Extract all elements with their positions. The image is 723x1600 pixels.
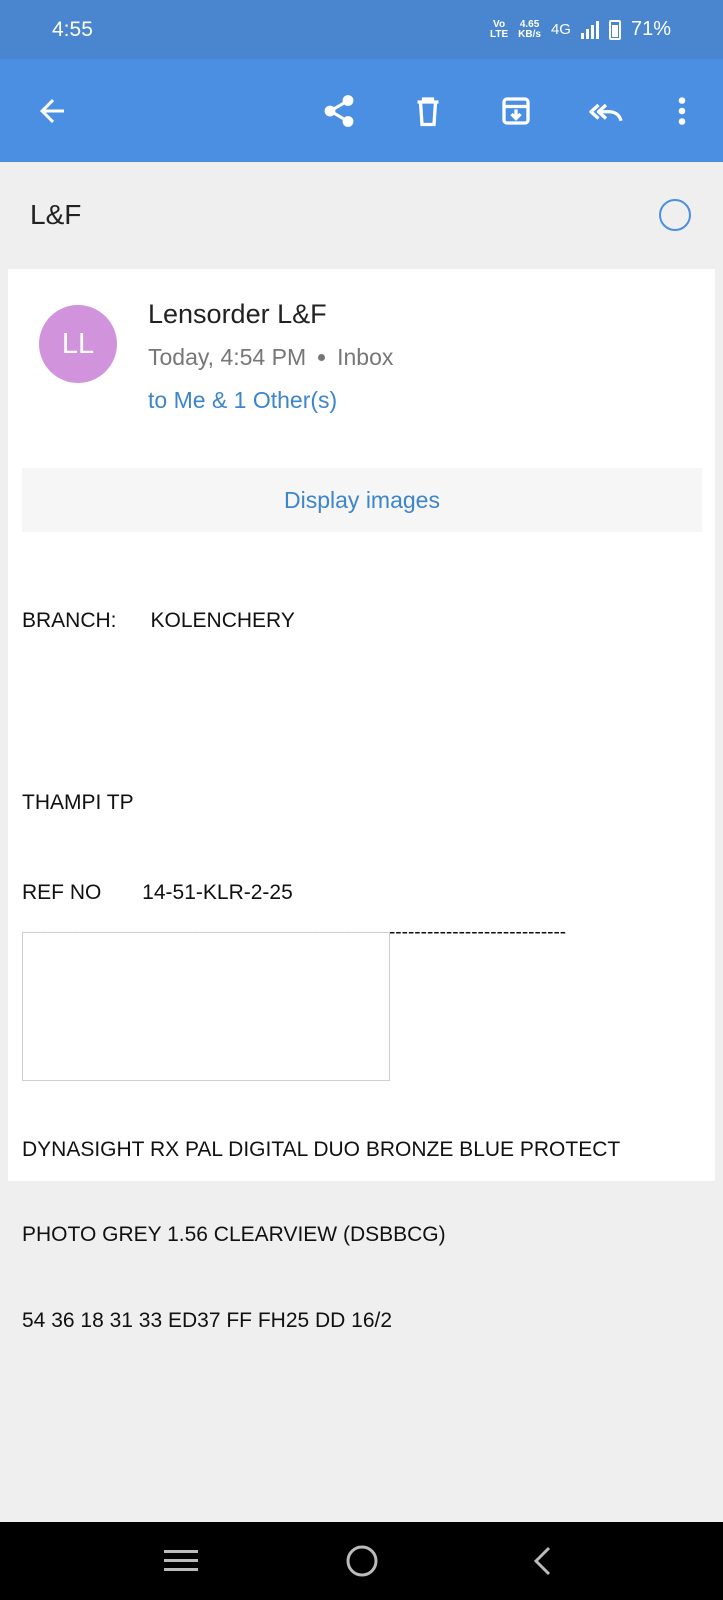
status-bar: 4:55 Vo LTE 4.65 KB/s 4G 71% [0, 0, 723, 59]
email-folder: Inbox [337, 344, 394, 370]
select-circle-icon[interactable] [659, 199, 691, 231]
customer-line: THAMPI TP [22, 790, 134, 814]
measure-line: 54 36 18 31 33 ED37 FF FH25 DD 16/2 [22, 1308, 393, 1332]
back-icon[interactable] [518, 1536, 568, 1586]
avatar-initials: LL [61, 327, 95, 360]
status-icons: Vo LTE 4.65 KB/s 4G 71% [490, 18, 671, 41]
status-time: 4:55 [52, 17, 93, 41]
product-line-1: DYNASIGHT RX PAL DIGITAL DUO BRONZE BLUE… [22, 1137, 621, 1161]
network-type: 4G [550, 21, 571, 38]
email-subject: L&F [30, 199, 82, 230]
branch-label: BRANCH: [22, 609, 117, 632]
separator-dot [318, 354, 326, 361]
back-arrow-icon[interactable] [26, 85, 78, 137]
recent-apps-icon[interactable] [156, 1536, 206, 1586]
email-card: LL Lensorder L&F Today, 4:54 PM Inbox to… [8, 269, 715, 1332]
battery-percent: 71% [630, 18, 671, 40]
speed-unit: KB/s [518, 28, 541, 40]
product-line-2: PHOTO GREY 1.56 CLEARVIEW (DSBBCG) [22, 1223, 446, 1246]
home-icon[interactable] [337, 1536, 387, 1586]
share-icon[interactable] [313, 85, 365, 137]
recipients-link[interactable]: to Me & 1 Other(s) [148, 387, 337, 414]
display-images-button[interactable]: Display images [22, 468, 702, 532]
signal-icon [580, 20, 599, 39]
reply-all-icon[interactable] [580, 85, 632, 137]
branch-line: BRANCH: KOLENCHERY [22, 607, 702, 636]
battery-icon [608, 19, 621, 40]
avatar[interactable]: LL [39, 305, 117, 383]
network-speed: 4.65 KB/s [518, 18, 541, 40]
delete-icon[interactable] [402, 85, 454, 137]
speed-value: 4.65 [519, 18, 540, 30]
toolbar [0, 59, 723, 162]
more-vert-icon[interactable] [656, 85, 708, 137]
branch-value: KOLENCHERY [150, 609, 295, 632]
sender-name[interactable]: Lensorder L&F [148, 299, 327, 330]
navigation-bar [0, 1522, 723, 1600]
email-date: Today, 4:54 PM [148, 344, 307, 370]
volte-icon: Vo LTE [490, 18, 509, 40]
archive-icon[interactable] [490, 85, 542, 137]
email-meta: Today, 4:54 PM Inbox [148, 344, 393, 371]
blocked-image-placeholder [22, 932, 390, 1081]
subject-row: L&F [0, 162, 723, 268]
